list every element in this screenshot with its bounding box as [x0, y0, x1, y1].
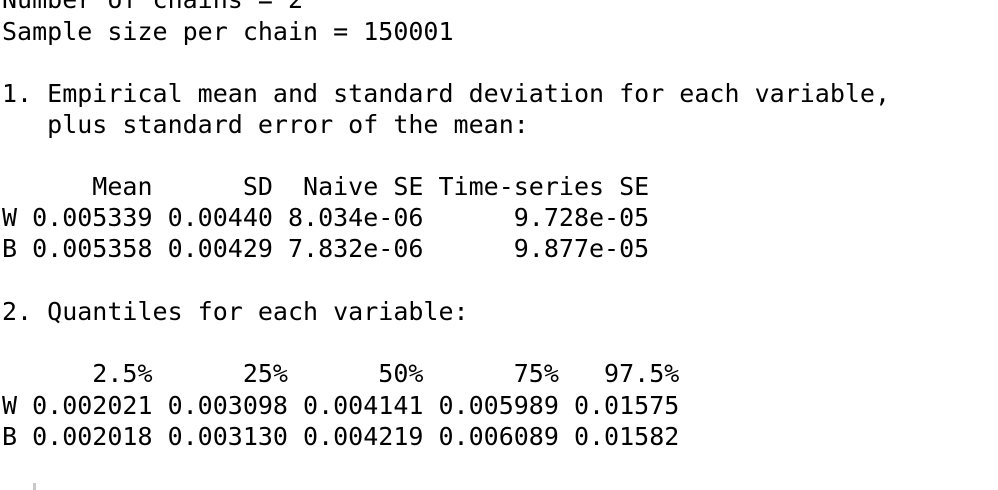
- stats-row-b: B 0.005358 0.00429 7.832e-06 9.877e-05: [2, 234, 650, 263]
- quantiles-row-w: W 0.002021 0.003098 0.004141 0.005989 0.…: [2, 391, 680, 420]
- section1-title-line1: 1. Empirical mean and standard deviation…: [2, 79, 891, 108]
- sample-size-line: Sample size per chain = 150001: [2, 17, 454, 46]
- quantiles-row-b: B 0.002018 0.003130 0.004219 0.006089 0.…: [2, 422, 680, 451]
- section2-title: 2. Quantiles for each variable:: [2, 297, 469, 326]
- chains-count-line: Number of chains = 2: [2, 0, 303, 15]
- stats-row-w: W 0.005339 0.00440 8.034e-06 9.728e-05: [2, 203, 650, 232]
- r-console-output: Number of chains = 2 Sample size per cha…: [0, 0, 998, 490]
- section1-title-line2: plus standard error of the mean:: [2, 110, 529, 139]
- quantiles-table-header: 2.5% 25% 50% 75% 97.5%: [2, 359, 680, 388]
- text-cursor[interactable]: [33, 483, 36, 490]
- stats-table-header: Mean SD Naive SE Time-series SE: [2, 172, 650, 201]
